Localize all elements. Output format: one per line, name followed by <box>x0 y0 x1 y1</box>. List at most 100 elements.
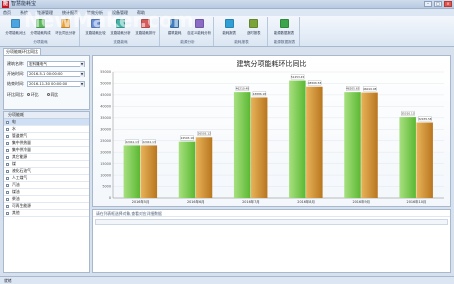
checkbox-icon[interactable] <box>6 169 9 173</box>
minimize-button[interactable]: – <box>424 1 432 7</box>
bar-previous <box>140 145 158 198</box>
detail-grid[interactable] <box>95 219 448 225</box>
item-tree-panel: 分项能耗 电水管道燃气集中供热量集中供冷量其它能源煤液化石油气人工煤气汽油 煤油柴… <box>3 111 90 273</box>
ribbon-button-label: 自定义能耗分析 <box>187 31 211 35</box>
radio-yoy[interactable]: 同比 <box>46 92 58 98</box>
hourly-report-icon <box>249 19 259 28</box>
tree-item-label: 集中供冷量 <box>12 147 31 152</box>
checkbox-icon[interactable] <box>6 148 9 152</box>
calendar-dropdown-icon[interactable]: ▼ <box>80 81 84 87</box>
tree-item[interactable]: 液化石油气 <box>4 168 89 175</box>
checkbox-icon[interactable] <box>6 134 9 138</box>
tree-item[interactable]: 煤 <box>4 161 89 168</box>
ribbon-button-label: 建筑能耗 <box>167 31 182 35</box>
ribbon-button-2-1[interactable]: 自定义能耗分析 <box>187 18 211 38</box>
menu-item-system[interactable]: 系统 <box>20 10 28 16</box>
tree-item-label: 人工煤气 <box>12 175 28 180</box>
ribbon-group-4: 能源数据报表 能源数据报表 <box>270 17 300 46</box>
tree-item[interactable]: 其他 <box>4 210 89 217</box>
ribbon-group-0: 分项能耗对比 分项能耗构成 环比同比分析 分项能耗 <box>2 17 80 46</box>
tree-item[interactable]: 集中供冷量 <box>4 147 89 154</box>
menu-item-home[interactable]: 首页 <box>3 10 11 16</box>
data-label: 35310.13 <box>401 112 415 116</box>
ribbon-button-1-1[interactable]: 支路能耗分析 <box>109 18 132 38</box>
tree-item[interactable]: 可再生能源 <box>4 203 89 210</box>
end-time-field[interactable]: 2016-11-30 00:00:00 ▼ <box>27 80 85 87</box>
checkbox-icon[interactable] <box>6 204 9 208</box>
checkbox-icon[interactable] <box>6 211 9 215</box>
data-label: 32935.58 <box>418 117 432 121</box>
maximize-button[interactable]: □ <box>434 1 442 7</box>
tree-item-label: 液化石油气 <box>12 168 31 173</box>
tree-item-label: 其他 <box>12 210 20 215</box>
checkbox-icon[interactable] <box>6 176 9 180</box>
checkbox-icon[interactable] <box>6 141 9 145</box>
y-tick-label: 0 <box>109 196 111 200</box>
tree-item-label: 管道燃气 <box>12 133 28 138</box>
checkbox-icon[interactable] <box>6 183 9 187</box>
data-label: 43886.18 <box>253 92 267 96</box>
y-tick-label: 50000 <box>100 82 111 86</box>
ribbon-group-name: 能耗报表 <box>234 40 249 44</box>
tree-item-label: 集中供热量 <box>12 140 31 145</box>
menu-item-energy[interactable]: 能源管理 <box>37 10 53 16</box>
ribbon-button-2-0[interactable]: 建筑能耗 <box>164 18 185 38</box>
y-tick-label: 35000 <box>100 116 111 120</box>
tree-item[interactable]: 人工煤气 <box>4 175 89 182</box>
tree-item[interactable]: 汽油 <box>4 182 89 189</box>
end-time-value: 2016-11-30 00:00:00 <box>29 81 68 86</box>
chevron-down-icon[interactable]: ▼ <box>80 61 84 67</box>
end-time-label: 结束时间: <box>7 80 25 86</box>
bar-previous <box>250 97 268 198</box>
tree-item[interactable]: 集中供热量 <box>4 140 89 147</box>
checkbox-icon[interactable] <box>6 155 9 159</box>
ribbon-button-3-1[interactable]: 逐时报表 <box>243 18 266 38</box>
tree-item[interactable]: 煤油 <box>4 189 89 196</box>
ribbon-group-name: 支路能耗 <box>113 40 128 44</box>
y-tick-label: 20000 <box>100 150 111 154</box>
tree-header: 分项能耗 <box>4 112 89 119</box>
menu-bar: 首页 系统 能源管理 统计报表 能效分析 设备管理 帮助 <box>0 9 454 16</box>
start-time-value: 2016-5-1 00:00:00 <box>29 71 63 76</box>
tree-item[interactable]: 柴油 <box>4 196 89 203</box>
ribbon-button-4-0[interactable]: 能源数据报表 <box>272 18 296 38</box>
data-label: 22941.13 <box>142 140 156 144</box>
ribbon-button-0-0[interactable]: 分项能耗对比 <box>4 18 27 38</box>
y-tick-label: 55000 <box>100 70 111 74</box>
tab-yoy-mom[interactable]: 分项能耗环比同比 <box>3 48 41 55</box>
building-select[interactable]: 宏科隆电气 ▼ <box>27 60 85 67</box>
checkbox-icon[interactable] <box>6 127 9 131</box>
menu-item-reports[interactable]: 统计报表 <box>62 10 78 16</box>
data-label: 24593.16 <box>181 136 195 140</box>
ribbon-group-name: 能源分析 <box>180 40 195 44</box>
start-time-field[interactable]: 2016-5-1 00:00:00 ▼ <box>27 70 85 77</box>
ribbon-button-label: 逐时报表 <box>246 31 261 35</box>
checkbox-icon[interactable] <box>6 120 9 124</box>
checkbox-icon[interactable] <box>6 190 9 194</box>
radio-mom[interactable]: 环比 <box>27 92 39 98</box>
ribbon-button-0-1[interactable]: 分项能耗构成 <box>29 18 52 38</box>
ranking-icon <box>141 19 150 28</box>
tree-item-label: 柴油 <box>12 196 20 201</box>
x-tick-label: 2016年5月 <box>132 199 150 204</box>
checkbox-icon[interactable] <box>6 197 9 201</box>
tree-item[interactable]: 管道燃气 <box>4 133 89 140</box>
menu-item-help[interactable]: 帮助 <box>137 10 145 16</box>
menu-item-devices[interactable]: 设备管理 <box>112 10 128 16</box>
window-title: 智慧能耗宝 <box>11 1 37 7</box>
ribbon-button-1-2[interactable]: 支路能耗排行 <box>134 18 157 38</box>
radio-unselected-icon <box>46 93 50 96</box>
tree-item[interactable]: 其它能源 <box>4 154 89 161</box>
checkbox-icon[interactable] <box>6 162 9 166</box>
compare-label: 环比同比: <box>7 91 25 97</box>
tree-item[interactable]: 电 <box>4 119 89 126</box>
calendar-dropdown-icon[interactable]: ▼ <box>80 71 84 77</box>
ribbon-button-3-0[interactable]: 能耗报表 <box>218 18 241 38</box>
data-label: 51253.45 <box>291 75 305 79</box>
tree-item[interactable]: 水 <box>4 126 89 133</box>
ribbon-button-0-2[interactable]: 环比同比分析 <box>54 18 77 38</box>
ribbon-button-1-0[interactable]: 支路能耗比较 <box>84 18 107 38</box>
close-button[interactable]: × <box>444 1 452 7</box>
tree-item-label: 水 <box>12 126 16 131</box>
menu-item-analysis[interactable]: 能效分析 <box>87 10 103 16</box>
